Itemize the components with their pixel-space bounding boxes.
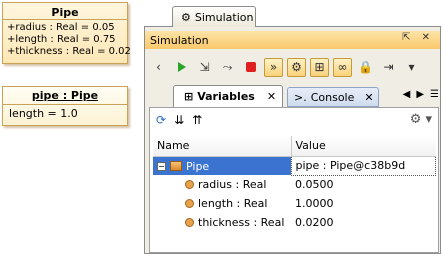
- panel-titlebar: Simulation ⇱ ✕: [145, 31, 440, 49]
- row-name: radius : Real: [198, 177, 267, 191]
- lock-icon[interactable]: 🔒: [356, 58, 375, 77]
- view-tabs: ⊞ Variables ✕ >. Console ✕ ◀ ▶ ☰: [149, 85, 439, 107]
- row-value: 0.0500: [295, 178, 334, 192]
- row-name: Pipe: [186, 159, 210, 173]
- tab-variables[interactable]: ⊞ Variables ✕: [173, 85, 283, 107]
- chevron-left-icon[interactable]: ◀: [403, 89, 411, 100]
- step-into-icon[interactable]: ⇲: [195, 58, 214, 77]
- stop-icon[interactable]: [241, 58, 260, 77]
- settings-icon[interactable]: ⚙: [287, 57, 306, 77]
- list-icon[interactable]: ☰: [430, 89, 439, 100]
- refresh-icon[interactable]: ⟳: [156, 113, 166, 127]
- tab-console[interactable]: >. Console ✕: [287, 87, 379, 107]
- tab-navigation: ◀ ▶ ☰: [403, 89, 439, 100]
- gear-icon: ⚙: [181, 10, 191, 24]
- console-icon: >.: [294, 90, 307, 104]
- window-controls[interactable]: ⇱ ✕: [402, 32, 434, 43]
- collapse-icon[interactable]: ⇈: [192, 113, 202, 127]
- tab-simulation-label: Simulation: [194, 10, 254, 24]
- property-icon: [185, 217, 194, 227]
- uml-instance-name: pipe : Pipe: [3, 87, 127, 105]
- uml-class-box[interactable]: Pipe +radius : Real = 0.05 +length : Rea…: [2, 2, 131, 64]
- class-icon: [170, 161, 182, 172]
- tab-simulation[interactable]: ⚙ Simulation: [172, 6, 256, 27]
- column-header-name[interactable]: Name: [153, 136, 292, 157]
- variables-view: ⟳ ⇊ ⇈ ⚙ ▾ Name Value − Pipe pipe: Pipe@…: [149, 107, 439, 253]
- property-icon: [185, 198, 194, 208]
- uml-instance-box[interactable]: pipe : Pipe length = 1.0: [2, 86, 128, 126]
- variables-icon: ⊞: [184, 90, 194, 103]
- gear-menu-icon[interactable]: ⚙ ▾: [410, 112, 432, 127]
- chevron-right-icon[interactable]: ▶: [416, 89, 424, 100]
- column-header-value[interactable]: Value: [291, 136, 436, 157]
- uml-instance-slot: length = 1.0: [9, 107, 78, 120]
- uml-attribute: +thickness : Real = 0.02: [7, 46, 131, 57]
- expand-icon[interactable]: ⇊: [174, 113, 184, 127]
- run-icon[interactable]: [172, 58, 191, 77]
- row-name: length : Real: [198, 196, 268, 210]
- link-icon[interactable]: ∞: [333, 57, 352, 77]
- tab-variables-label: Variables: [197, 90, 255, 103]
- table-row[interactable]: radius : Real 0.0500: [153, 175, 436, 194]
- panel-title: Simulation: [150, 33, 209, 47]
- animation-icon[interactable]: »: [264, 57, 283, 77]
- row-name: thickness : Real: [198, 215, 285, 229]
- uml-attribute: +length : Real = 0.75: [7, 34, 116, 45]
- structure-icon[interactable]: ⊞: [310, 57, 329, 77]
- row-value: pipe : Pipe@c38b9d: [290, 155, 436, 176]
- collapse-toggle-icon[interactable]: −: [157, 161, 166, 171]
- step-over-icon[interactable]: ⤳: [218, 58, 237, 77]
- variables-toolbar: ⟳ ⇊ ⇈ ⚙ ▾: [150, 108, 438, 132]
- property-icon: [185, 179, 194, 189]
- uml-class-name: Pipe: [3, 3, 127, 20]
- simulation-toolbar: ‹ ⇲ ⤳ » ⚙ ⊞ ∞ 🔒 ⇥ ▾: [149, 54, 421, 80]
- row-value: 0.0200: [295, 216, 334, 229]
- close-icon[interactable]: ✕: [267, 90, 276, 103]
- table-row[interactable]: length : Real 1.0000: [153, 194, 436, 213]
- export-icon[interactable]: ⇥: [379, 58, 398, 77]
- back-icon[interactable]: ‹: [149, 58, 168, 77]
- uml-attribute: +radius : Real = 0.05: [7, 22, 115, 33]
- simulation-panel: Simulation ⇱ ✕ ‹ ⇲ ⤳ » ⚙ ⊞ ∞ 🔒 ⇥ ▾ ⊞ Var…: [144, 26, 441, 254]
- variables-table: Name Value − Pipe pipe : Pipe@c38b9d rad…: [153, 136, 436, 232]
- row-value: 1.0000: [295, 197, 334, 210]
- table-row[interactable]: thickness : Real 0.0200: [153, 213, 436, 232]
- close-icon[interactable]: ✕: [364, 91, 373, 104]
- table-row[interactable]: − Pipe pipe : Pipe@c38b9d: [153, 155, 436, 176]
- menu-icon[interactable]: ▾: [402, 58, 421, 77]
- tab-console-label: Console: [310, 90, 355, 104]
